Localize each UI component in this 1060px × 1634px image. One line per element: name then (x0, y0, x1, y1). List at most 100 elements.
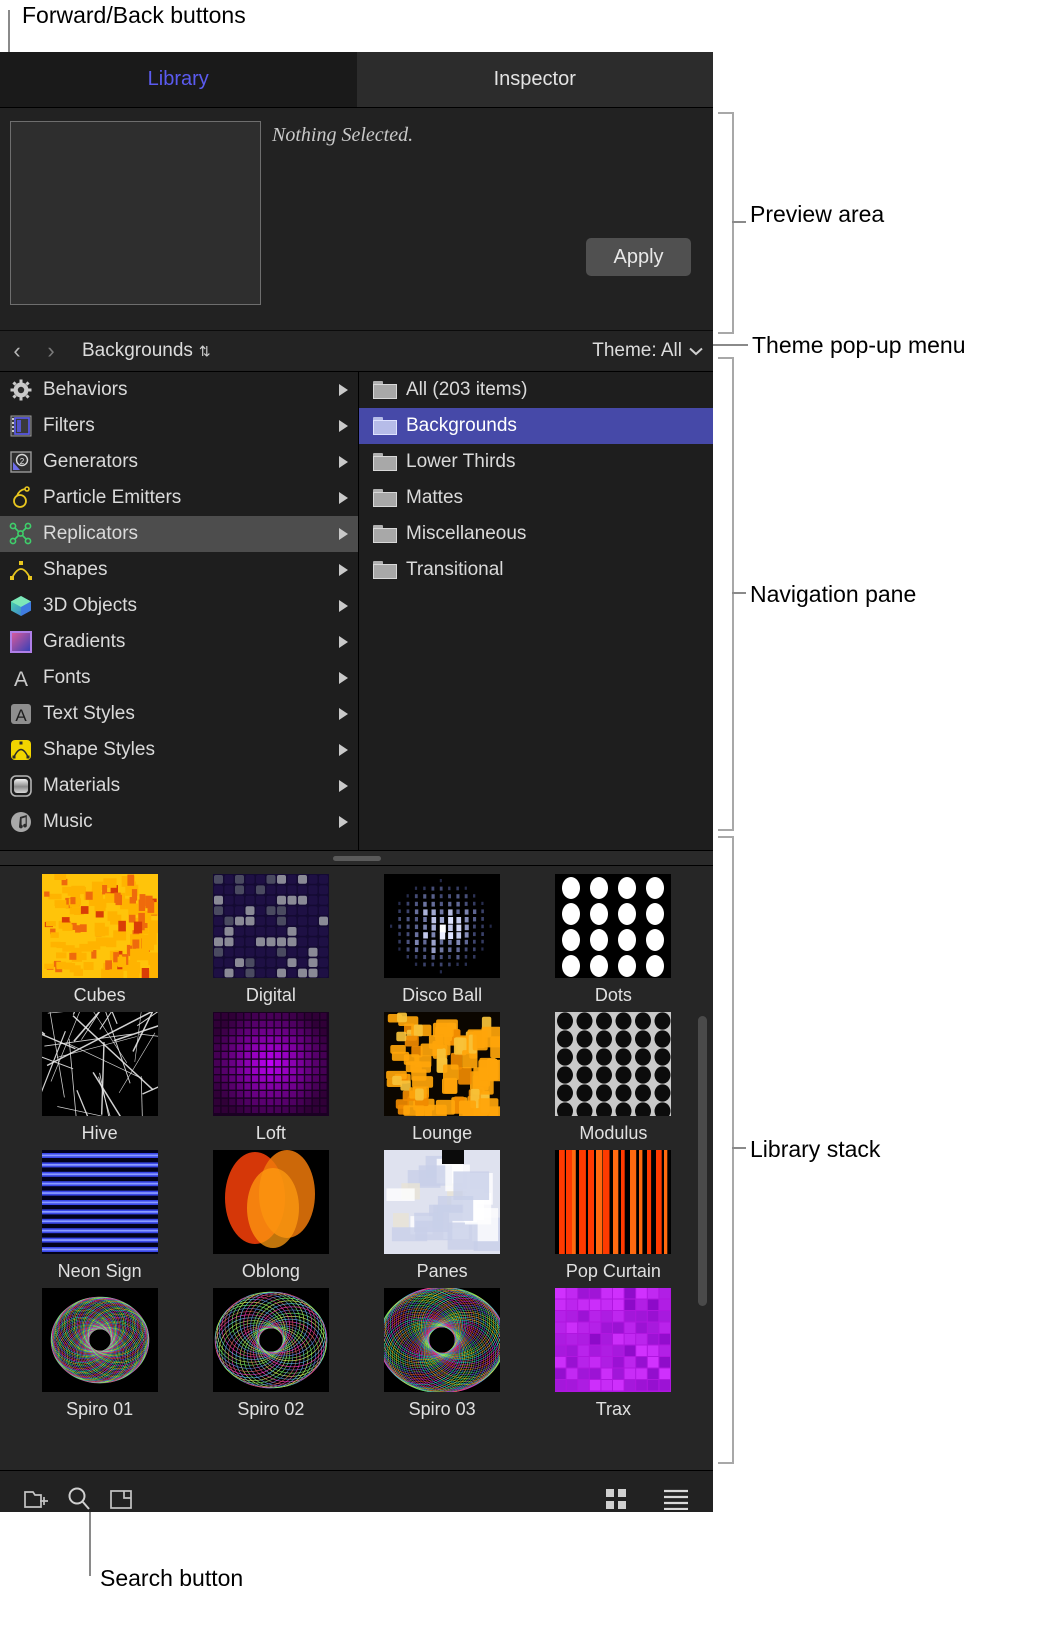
svg-text:2: 2 (20, 457, 25, 466)
callout-navpane-bracket (718, 357, 734, 831)
library-item-thumbnail[interactable] (555, 1150, 672, 1254)
sidebar-item-shape-styles[interactable]: Shape Styles (0, 732, 358, 768)
sidebar-item-label: Fonts (43, 667, 91, 688)
library-stack-item[interactable]: Digital (185, 874, 356, 1006)
library-item-thumbnail[interactable] (212, 1288, 329, 1392)
tab-library[interactable]: Library (0, 52, 357, 107)
library-stack-item[interactable]: Spiro 03 (357, 1288, 528, 1420)
folder-list[interactable]: All (203 items) Backgrounds Lower Thirds Ma… (359, 372, 713, 850)
library-stack-item[interactable]: Trax (528, 1288, 699, 1420)
folder-item-backgrounds[interactable]: Backgrounds (359, 408, 713, 444)
disclosure-arrow-icon[interactable] (339, 744, 348, 756)
sidebar-item-shapes[interactable]: Shapes (0, 552, 358, 588)
disclosure-arrow-icon[interactable] (339, 636, 348, 648)
tab-inspector[interactable]: Inspector (356, 52, 713, 107)
disclosure-arrow-icon[interactable] (339, 492, 348, 504)
library-item-thumbnail[interactable] (555, 1288, 672, 1392)
stack-scrollbar[interactable] (698, 1016, 707, 1306)
sidebar-item-materials[interactable]: Materials (0, 768, 358, 804)
sidebar-item-label: Behaviors (43, 379, 128, 400)
library-stack-item[interactable]: Disco Ball (357, 874, 528, 1006)
folder-icon (373, 489, 397, 507)
library-stack-item[interactable]: Pop Curtain (528, 1150, 699, 1282)
tab-bar: Library Inspector (0, 52, 713, 108)
sidebar-item-label: Materials (43, 775, 121, 796)
library-stack-item[interactable]: Loft (185, 1012, 356, 1144)
library-item-thumbnail[interactable] (41, 1012, 158, 1116)
font-a-icon: A (7, 666, 35, 690)
disclosure-arrow-icon[interactable] (339, 528, 348, 540)
theme-popup-menu[interactable]: Theme: All (592, 331, 703, 371)
library-item-thumbnail[interactable] (384, 874, 501, 978)
disclosure-arrow-icon[interactable] (339, 780, 348, 792)
sidebar-item-filters[interactable]: Filters (0, 408, 358, 444)
sidebar-item-fonts[interactable]: A Fonts (0, 660, 358, 696)
disclosure-arrow-icon[interactable] (339, 708, 348, 720)
library-item-label: Hive (81, 1123, 118, 1143)
sidebar-item-3d-objects[interactable]: 3D Objects (0, 588, 358, 624)
folder-item-lower-thirds[interactable]: Lower Thirds (359, 444, 713, 480)
grid-view-icon[interactable] (595, 1479, 637, 1512)
library-item-thumbnail[interactable] (555, 1012, 672, 1116)
search-icon[interactable] (58, 1479, 100, 1512)
library-item-thumbnail[interactable] (384, 1150, 501, 1254)
new-panel-icon[interactable] (100, 1479, 142, 1512)
library-item-thumbnail[interactable] (41, 1288, 158, 1392)
forward-button[interactable]: › (34, 331, 68, 371)
folder-item-mattes[interactable]: Mattes (359, 480, 713, 516)
sidebar-item-behaviors[interactable]: Behaviors (0, 372, 358, 408)
library-item-label: Neon Sign (57, 1261, 142, 1281)
folder-item-miscellaneous[interactable]: Miscellaneous (359, 516, 713, 552)
list-view-icon[interactable] (655, 1479, 697, 1512)
disclosure-arrow-icon[interactable] (339, 384, 348, 396)
library-item-thumbnail[interactable] (384, 1288, 501, 1392)
library-item-thumbnail[interactable] (384, 1012, 501, 1116)
disclosure-arrow-icon[interactable] (339, 600, 348, 612)
library-item-thumbnail[interactable] (212, 874, 329, 978)
library-item-thumbnail[interactable] (41, 1150, 158, 1254)
disclosure-arrow-icon[interactable] (339, 456, 348, 468)
disclosure-arrow-icon[interactable] (339, 564, 348, 576)
splitter-grip[interactable] (332, 855, 381, 861)
library-stack-item[interactable]: Spiro 01 (14, 1288, 185, 1420)
library-item-label: Cubes (73, 985, 126, 1005)
apply-button[interactable]: Apply (586, 238, 691, 276)
disclosure-arrow-icon[interactable] (339, 672, 348, 684)
library-stack-item[interactable]: Lounge (357, 1012, 528, 1144)
library-stack-item[interactable]: Cubes (14, 874, 185, 1006)
library-item-label: Spiro 03 (408, 1399, 476, 1419)
sidebar-item-gradients[interactable]: Gradients (0, 624, 358, 660)
library-stack-item[interactable]: Hive (14, 1012, 185, 1144)
library-item-thumbnail[interactable] (212, 1150, 329, 1254)
callout-stack-bracket (718, 836, 734, 1464)
sidebar-item-particle-emitters[interactable]: Particle Emitters (0, 480, 358, 516)
callout-stack-line (732, 1147, 746, 1149)
sidebar-item-generators[interactable]: 2 Generators (0, 444, 358, 480)
disclosure-arrow-icon[interactable] (339, 816, 348, 828)
sidebar-item-music[interactable]: Music (0, 804, 358, 840)
library-item-thumbnail[interactable] (212, 1012, 329, 1116)
pane-splitter[interactable] (0, 850, 713, 866)
library-stack-item[interactable]: Spiro 02 (185, 1288, 356, 1420)
library-stack-item[interactable]: Panes (357, 1150, 528, 1282)
library-stack-item[interactable]: Dots (528, 874, 699, 1006)
library-stack-item[interactable]: Neon Sign (14, 1150, 185, 1282)
folder-item-all-203-items-[interactable]: All (203 items) (359, 372, 713, 408)
folder-item-transitional[interactable]: Transitional (359, 552, 713, 588)
library-item-thumbnail[interactable] (555, 874, 672, 978)
sidebar-item-replicators[interactable]: Replicators (0, 516, 358, 552)
callout-theme-popup: Theme pop-up menu (752, 332, 966, 358)
new-folder-icon[interactable] (16, 1479, 58, 1512)
library-category-list[interactable]: Behaviors Filters 2 Generators Particle Emit… (0, 372, 359, 850)
svg-text:A: A (15, 706, 27, 725)
path-popup[interactable]: Backgrounds ⇅ (82, 340, 211, 362)
library-item-thumbnail[interactable] (41, 874, 158, 978)
shapes-icon (7, 558, 35, 582)
back-button[interactable]: ‹ (0, 331, 34, 371)
disclosure-arrow-icon[interactable] (339, 420, 348, 432)
library-stack-item[interactable]: Oblong (185, 1150, 356, 1282)
library-stack-item[interactable]: Modulus (528, 1012, 699, 1144)
library-item-label: Spiro 01 (66, 1399, 134, 1419)
sidebar-item-text-styles[interactable]: A Text Styles (0, 696, 358, 732)
sidebar-item-label: Replicators (43, 523, 139, 544)
